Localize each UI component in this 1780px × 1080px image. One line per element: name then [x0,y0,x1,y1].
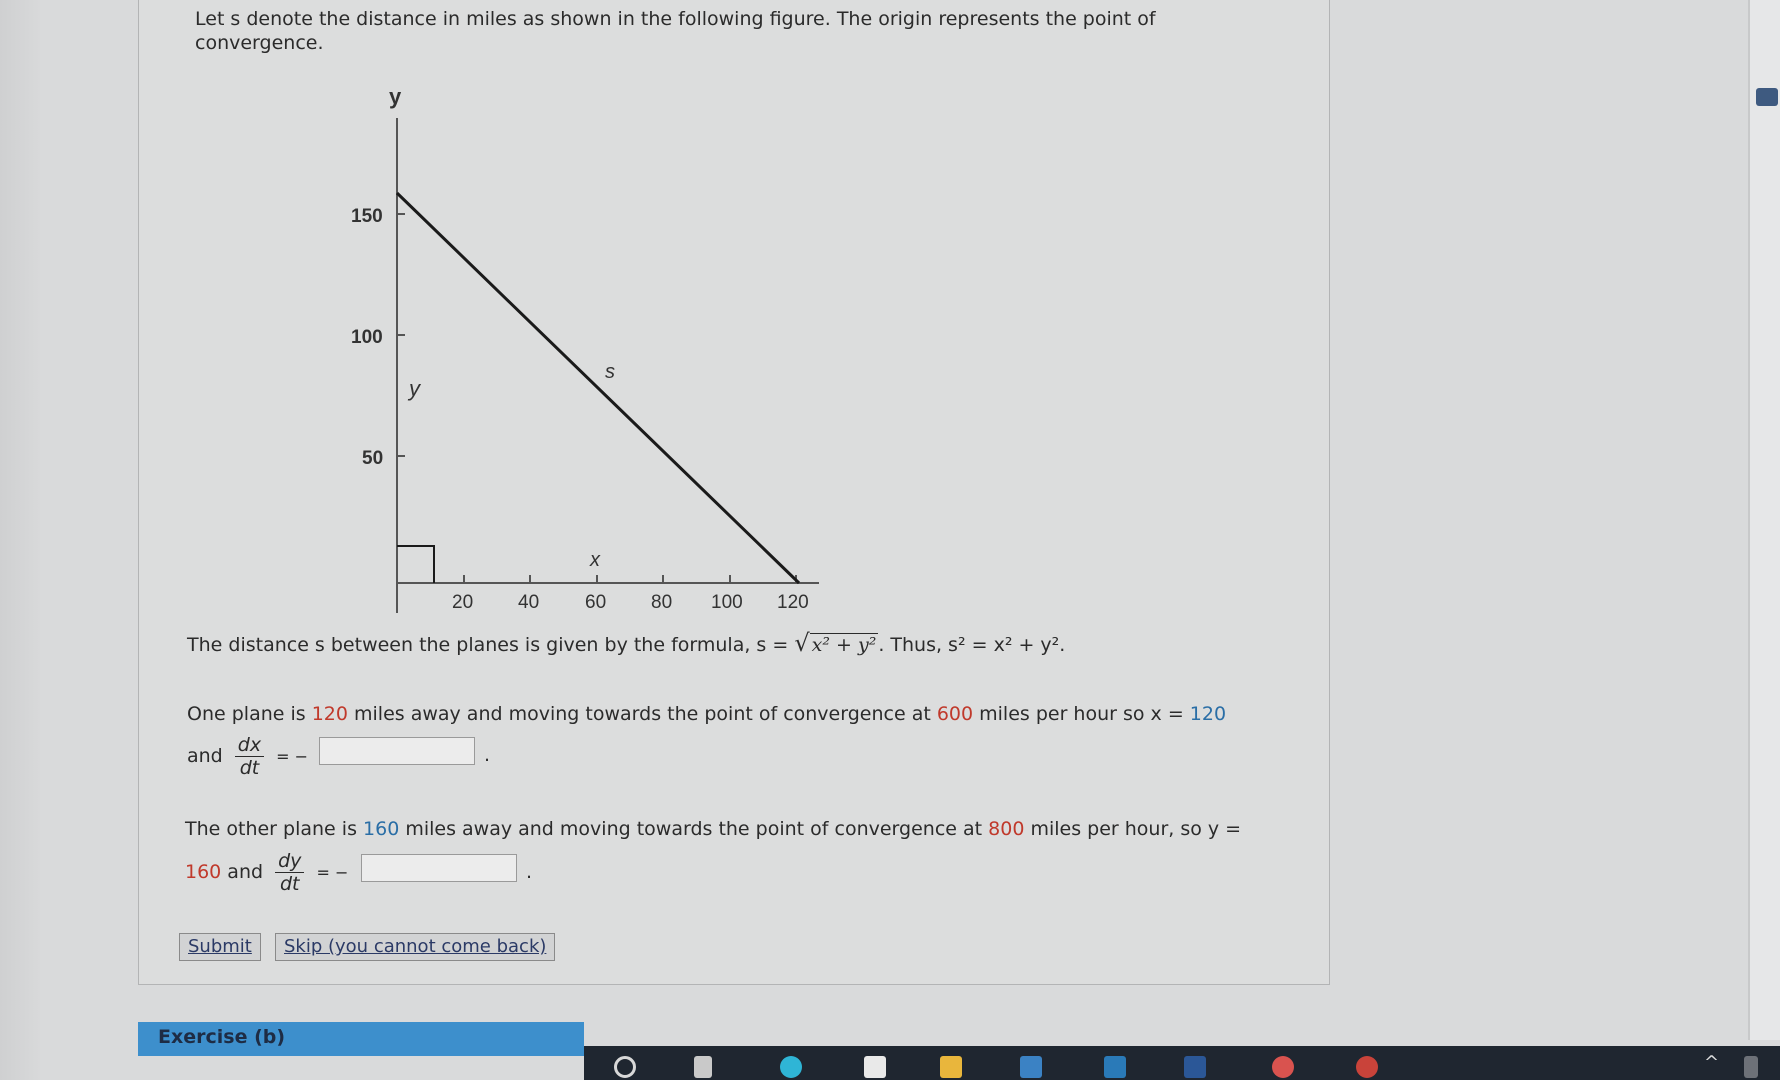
screen-edge [0,0,40,1080]
search-icon[interactable] [614,1056,636,1078]
part2-derivative-line: 160 and dy dt = − [185,850,348,895]
part1-speed-value: 600 [936,703,974,725]
exercise-tab-label: Exercise (b) [158,1026,286,1048]
submit-button[interactable]: Submit [179,933,261,961]
part2-y-value: 160 [185,861,222,883]
side-label-y: y [407,376,422,401]
dx-numerator: dx [234,734,265,757]
photos-icon[interactable] [1104,1056,1126,1078]
exercise-tab[interactable]: Exercise (b) [138,1022,584,1056]
part1-distance-value: 120 [311,703,348,725]
y-axis-title: y [389,84,402,109]
part2-text-b: miles away and moving towards the point … [399,818,989,840]
triangle-figure: y x 150 100 50 20 40 60 80 100 120 140 s… [351,84,819,613]
y-tick-label: 100 [351,327,383,348]
part1-text-c: miles per hour so x = [973,703,1190,725]
chrome-icon[interactable] [1272,1056,1294,1078]
part2-period: . [526,861,533,883]
side-label-x: x [589,549,601,571]
part1-period: . [484,744,491,766]
x-tick-label: 120 [777,592,809,613]
app-icon[interactable] [1756,88,1778,106]
part2-speed-value: 800 [988,818,1025,840]
problem-panel: Let s denote the distance in miles as sh… [138,0,1330,985]
part2-distance-value: 160 [363,818,400,840]
right-angle-marker [397,545,435,583]
window-edge [1748,0,1780,1040]
powerpoint-icon[interactable] [1356,1056,1378,1078]
formula-radicand: x² + y² [809,633,879,656]
taskbar: ^ [584,1046,1780,1080]
intro-line-2: convergence. [195,32,324,54]
part1-equals-minus: = − [276,747,309,766]
chevron-up-icon[interactable]: ^ [1704,1052,1726,1074]
hypotenuse-s [395,191,801,585]
word-icon[interactable] [1184,1056,1206,1078]
part2-text-a: The other plane is [185,818,364,840]
part1-and: and [187,745,223,767]
part1-text: One plane is 120 miles away and moving t… [187,701,1226,727]
skip-button[interactable]: Skip (you cannot come back) [275,933,556,961]
side-label-s: s [605,361,615,383]
dt-denominator: dt [280,873,300,895]
part2-text: The other plane is 160 miles away and mo… [185,816,1241,842]
edge-browser-icon[interactable] [780,1056,802,1078]
y-tick-label: 50 [362,448,383,469]
mail-icon[interactable] [1020,1056,1042,1078]
part2-equals-minus: = − [316,863,349,882]
dy-numerator: dy [275,850,305,873]
formula-prefix: The distance s between the planes is giv… [187,634,789,656]
x-tick-label: 100 [711,592,743,613]
x-tick-label: 40 [518,592,539,613]
part1-derivative-line: and dx dt = − [187,734,308,779]
part1-text-b: miles away and moving towards the point … [347,703,937,725]
intro-line-1: Let s denote the distance in miles as sh… [195,8,1156,30]
dy-dt-fraction: dy dt [275,850,305,895]
formula-suffix: . Thus, s² = x² + y². [878,634,1066,656]
dt-denominator: dt [239,757,260,779]
x-tick-label: 80 [651,592,672,613]
y-tick-label: 150 [351,206,383,227]
dy-dt-answer-input[interactable] [361,854,517,882]
store-icon[interactable] [864,1056,886,1078]
x-tick-label: 20 [452,592,473,613]
part2-and: and [221,861,264,883]
dx-dt-answer-input[interactable] [319,737,475,765]
network-icon[interactable] [1744,1056,1758,1078]
x-tick-label: 60 [585,592,606,613]
sqrt-symbol: √ [794,629,810,657]
part1-text-a: One plane is [187,703,312,725]
dx-dt-fraction: dx dt [234,734,265,779]
part1-x-value: 120 [1189,703,1227,725]
task-view-icon[interactable] [694,1056,712,1078]
part2-text-c: miles per hour, so y = [1024,818,1242,840]
file-explorer-icon[interactable] [940,1056,962,1078]
formula-line: The distance s between the planes is giv… [187,630,1065,658]
